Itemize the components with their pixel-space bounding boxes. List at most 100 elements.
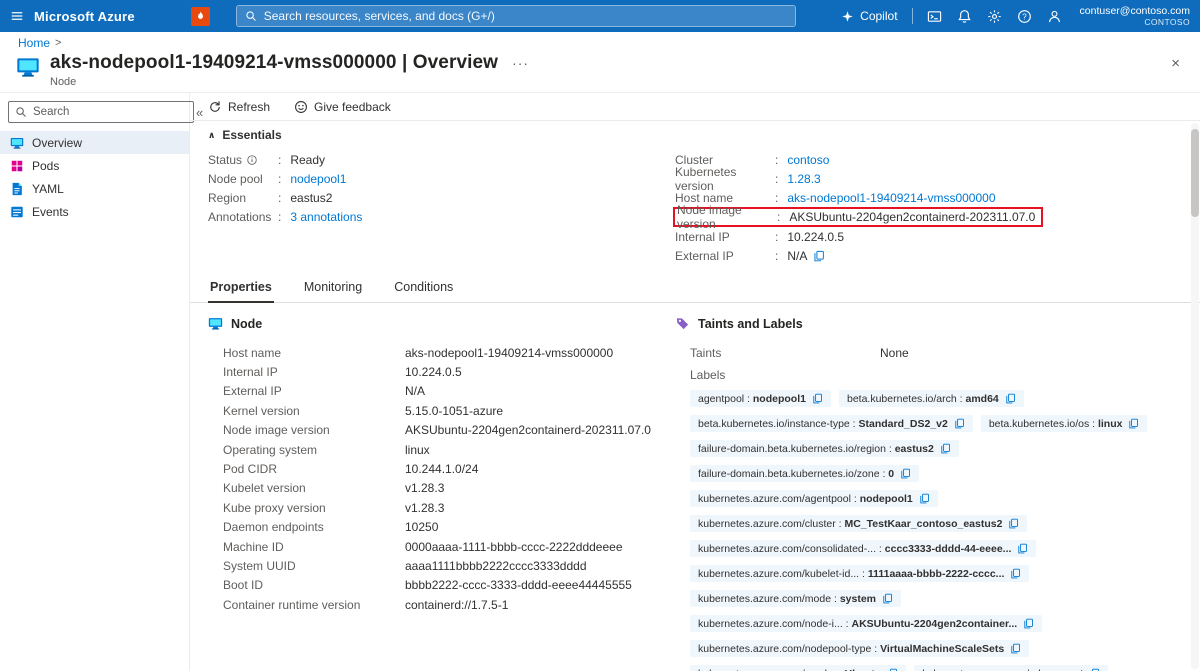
copy-icon[interactable] [1023,618,1034,629]
label-pill-text: beta.kubernetes.io/os : linux [989,418,1123,430]
copy-icon[interactable] [1005,393,1016,404]
label-pill-text: kubernetes.azure.com/agentpool : nodepoo… [698,493,913,505]
close-blade-button[interactable]: × [1171,56,1180,71]
global-search[interactable] [236,5,796,27]
refresh-button[interactable]: Refresh [208,100,270,114]
copy-icon[interactable] [954,418,965,429]
breadcrumb-home-link[interactable]: Home [18,36,50,50]
notifications-icon[interactable] [957,9,972,24]
copy-icon[interactable] [1008,518,1019,529]
label-pill: failure-domain.beta.kubernetes.io/zone :… [690,465,919,482]
property-label: Daemon endpoints [223,520,405,534]
sidebar-item-overview[interactable]: Overview [0,131,189,154]
field-value[interactable]: aks-nodepool1-19409214-vmss000000 [787,191,995,205]
property-value: bbbb2222-cccc-3333-dddd-eeee44445555 [405,578,632,592]
sidebar-item-events[interactable]: Events [0,200,189,223]
svg-text:?: ? [1022,12,1027,21]
field-value[interactable]: 1.28.3 [787,172,820,186]
property-row: Kube proxy versionv1.28.3 [208,498,675,517]
property-value: linux [405,443,430,457]
node-properties-section: Node Host nameaks-nodepool1-19409214-vms… [208,316,675,671]
toolbar-button-label: Give feedback [314,100,391,114]
breadcrumb: Home > [18,36,61,50]
sidebar-item-label: YAML [32,182,64,196]
field-value[interactable]: nodepool1 [290,172,346,186]
copilot-button[interactable]: Copilot [841,9,897,23]
tab-conditions[interactable]: Conditions [392,274,455,302]
copy-icon[interactable] [900,468,911,479]
chevron-right-icon: > [55,37,61,49]
field-colon: : [775,172,778,186]
field-value[interactable]: contoso [787,153,829,167]
essentials-header[interactable]: ∧ Essentials [208,128,1200,142]
sidebar-search[interactable] [8,101,194,123]
sidebar-item-pods[interactable]: Pods [0,154,189,177]
tab-properties[interactable]: Properties [208,274,274,303]
property-label: Host name [223,346,405,360]
copy-icon[interactable] [919,493,930,504]
page-header: aks-nodepool1-19409214-vmss000000 | Over… [16,52,529,88]
refresh-icon [208,100,222,114]
property-row: Container runtime versioncontainerd://1.… [208,595,675,614]
info-icon[interactable] [246,154,258,166]
copy-icon[interactable] [812,393,823,404]
label-pill-text: agentpool : nodepool1 [698,393,806,405]
copy-icon[interactable] [813,250,825,262]
global-search-input[interactable] [264,9,787,23]
topbar-right: Copilot ? contuser@contoso.com CONTOSO [841,5,1200,28]
field-label: Annotations [208,210,278,224]
property-label: Operating system [223,443,405,457]
copy-icon[interactable] [1010,643,1021,654]
give-feedback-button[interactable]: Give feedback [294,100,391,114]
label-pill: failure-domain.beta.kubernetes.io/region… [690,440,959,457]
account-info[interactable]: contuser@contoso.com CONTOSO [1080,5,1190,28]
node-properties-rows: Host nameaks-nodepool1-19409214-vmss0000… [208,343,675,614]
copy-icon[interactable] [1017,543,1028,554]
essentials-field-internal-ip: Internal IP:10.224.0.5 [675,227,1043,246]
sidebar-search-input[interactable] [33,106,187,118]
property-label: Container runtime version [223,598,405,612]
tab-monitoring[interactable]: Monitoring [302,274,364,302]
field-colon: : [278,172,281,186]
property-value: 10.224.0.5 [405,365,462,379]
copy-icon[interactable] [940,443,951,454]
copy-icon[interactable] [1010,568,1021,579]
field-colon: : [775,230,778,244]
sidebar-item-label: Overview [32,136,82,150]
label-pill-text: kubernetes.azure.com/os-sku : Ubuntu [698,668,881,671]
label-pill-text: kubernetes.azure.com/consolidated-... : … [698,543,1011,555]
property-label: Pod CIDR [223,462,405,476]
essentials-field-node-image-version: Node image version:AKSUbuntu-2204gen2con… [673,207,1043,227]
copy-icon[interactable] [882,593,893,604]
account-tenant: CONTOSO [1080,17,1190,27]
hamburger-menu-icon[interactable] [0,0,34,32]
essentials-title: Essentials [222,128,281,142]
more-options-button[interactable]: ··· [512,55,529,71]
label-pill: agentpool : nodepool1 [690,390,831,407]
property-row: Daemon endpoints10250 [208,518,675,537]
orange-badge-icon[interactable] [191,7,210,26]
field-value[interactable]: 3 annotations [290,210,362,224]
feedback-person-icon[interactable] [1047,9,1062,24]
scrollbar-thumb[interactable] [1191,129,1199,217]
field-label: Node pool [208,172,278,186]
label-pill: kubernetes.azure.com/role : agent [914,665,1108,671]
scrollbar[interactable] [1191,123,1199,669]
field-value: N/A [787,249,807,263]
label-pill: kubernetes.azure.com/agentpool : nodepoo… [690,490,938,507]
field-colon: : [278,191,281,205]
help-icon[interactable]: ? [1017,9,1032,24]
sidebar-item-yaml[interactable]: YAML [0,177,189,200]
cloud-shell-icon[interactable] [927,9,942,24]
label-pill: kubernetes.azure.com/kubelet-id... : 111… [690,565,1029,582]
taints-labels-section: Taints and Labels Taints None Labels age… [675,316,1200,671]
yaml-icon [10,182,24,196]
property-label: External IP [223,384,405,398]
azure-brand[interactable]: Microsoft Azure [34,9,135,24]
label-pill: kubernetes.azure.com/os-sku : Ubuntu [690,665,906,671]
settings-icon[interactable] [987,9,1002,24]
copy-icon[interactable] [1128,418,1139,429]
property-value: v1.28.3 [405,501,444,515]
node-resource-icon [16,55,40,79]
property-row: Pod CIDR10.244.1.0/24 [208,459,675,478]
